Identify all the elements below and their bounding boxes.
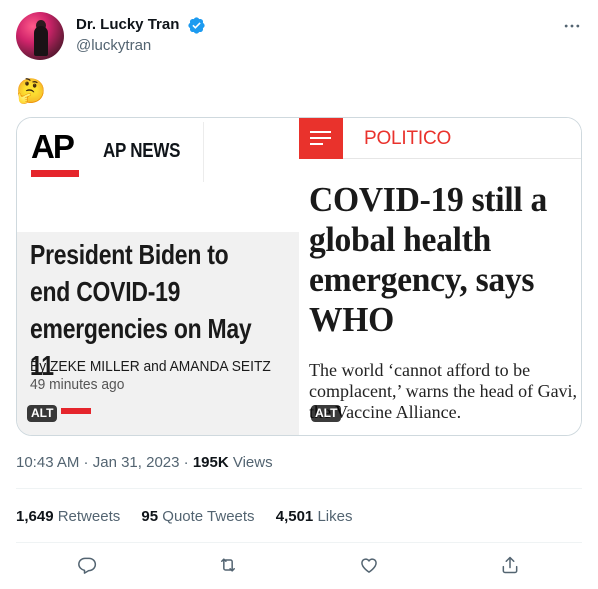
- hamburger-menu-icon: [299, 118, 343, 159]
- tweet-meta: 10:43 AM · Jan 31, 2023 · 195K Views: [16, 454, 273, 471]
- share-button[interactable]: [497, 552, 523, 578]
- share-icon: [502, 556, 518, 574]
- action-bar: [16, 552, 582, 578]
- retweet-icon: [221, 558, 235, 572]
- ap-logo-bar: [31, 170, 79, 177]
- divider: [16, 542, 582, 543]
- tweet-stats: 1,649 Retweets 95 Quote Tweets 4,501 Lik…: [16, 508, 369, 525]
- quotes-label: Quote Tweets: [158, 508, 255, 525]
- tweet-time[interactable]: 10:43 AM: [16, 454, 79, 471]
- likes-count: 4,501: [275, 508, 314, 525]
- ap-byline: By ZEKE MILLER and AMANDA SEITZ: [30, 358, 271, 375]
- ap-red-rule: [61, 408, 91, 414]
- views-count: 195K: [192, 454, 229, 471]
- more-dots-icon: [564, 24, 580, 28]
- retweets-count: 1,649: [16, 508, 54, 525]
- meta-separator: ·: [79, 454, 93, 471]
- divider: [16, 488, 582, 489]
- ap-logo-text: AP: [31, 128, 75, 165]
- tweet-header: Dr. Lucky Tran @luckytran: [16, 12, 582, 62]
- reply-icon: [78, 557, 97, 574]
- media-grid[interactable]: AP AP NEWS President Biden to end COVID-…: [16, 117, 582, 436]
- quotes-count: 95: [141, 508, 159, 525]
- ap-white-band: [17, 184, 299, 232]
- ap-header-box: [203, 122, 299, 182]
- tweet-date[interactable]: Jan 31, 2023: [93, 454, 180, 471]
- author-block[interactable]: Dr. Lucky Tran @luckytran: [76, 15, 206, 56]
- retweet-button[interactable]: [215, 552, 241, 578]
- views-label: Views: [228, 454, 273, 471]
- likes-stat[interactable]: 4,501 Likes: [276, 508, 353, 525]
- tweet-text: 🤔: [16, 78, 46, 105]
- like-button[interactable]: [356, 552, 382, 578]
- media-image-ap[interactable]: AP AP NEWS President Biden to end COVID-…: [17, 118, 299, 435]
- alt-badge[interactable]: ALT: [27, 405, 58, 422]
- ap-time: 49 minutes ago: [30, 376, 125, 393]
- verified-badge-icon: [188, 16, 205, 34]
- likes-label: Likes: [313, 508, 353, 525]
- politico-header: POLITICO: [299, 118, 581, 159]
- more-icon[interactable]: [562, 16, 582, 36]
- retweets-stat[interactable]: 1,649 Retweets: [16, 508, 120, 525]
- politico-headline: COVID-19 still a global health emergency…: [309, 180, 548, 339]
- ap-logo: AP: [31, 124, 79, 178]
- avatar-figure: [34, 26, 48, 56]
- politico-brand: POLITICO: [364, 128, 452, 149]
- meta-separator: ·: [179, 454, 193, 471]
- ap-brand: AP NEWS: [103, 140, 181, 162]
- avatar[interactable]: [16, 12, 64, 60]
- retweets-label: Retweets: [53, 508, 121, 525]
- handle[interactable]: @luckytran: [76, 36, 206, 56]
- politico-dek: The world ‘cannot afford to be complacen…: [309, 360, 578, 422]
- like-icon: [361, 558, 377, 573]
- reply-button[interactable]: [74, 552, 100, 578]
- media-image-politico[interactable]: POLITICO COVID-19 still a global health …: [299, 118, 581, 435]
- quotes-stat[interactable]: 95 Quote Tweets: [141, 508, 254, 525]
- alt-badge[interactable]: ALT: [311, 405, 342, 422]
- display-name[interactable]: Dr. Lucky Tran: [76, 15, 179, 35]
